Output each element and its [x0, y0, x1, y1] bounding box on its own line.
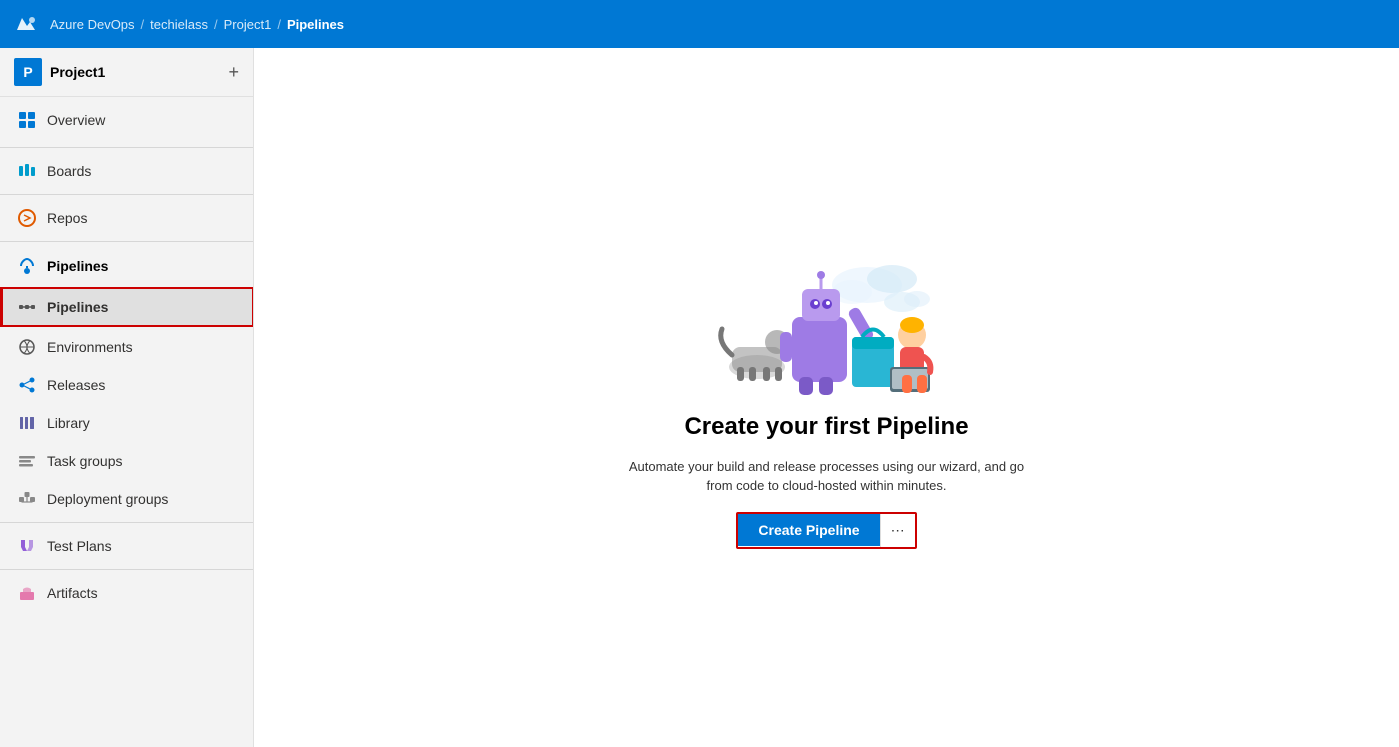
empty-title: Create your first Pipeline [684, 413, 968, 441]
task-groups-icon [17, 451, 37, 471]
azure-devops-logo-icon [12, 10, 40, 38]
test-plans-label: Test Plans [47, 538, 112, 554]
deployment-groups-label: Deployment groups [47, 491, 168, 507]
sidebar-item-repos[interactable]: Repos [0, 199, 253, 237]
releases-icon [17, 375, 37, 395]
project-header: P Project1 + [0, 48, 253, 97]
project-breadcrumb[interactable]: Project1 [224, 17, 272, 32]
sep3: / [277, 17, 281, 32]
org-label[interactable]: techielass [150, 17, 208, 32]
add-project-button[interactable]: + [228, 63, 239, 81]
pipelines-header-icon [17, 256, 37, 276]
test-plans-icon [17, 536, 37, 556]
project-name: Project1 [50, 64, 220, 80]
sidebar-item-pipelines-header[interactable]: Pipelines [0, 246, 253, 286]
sidebar-item-deployment-groups[interactable]: Deployment groups [0, 480, 253, 518]
library-icon [17, 413, 37, 433]
repos-icon [17, 208, 37, 228]
repos-label: Repos [47, 210, 87, 226]
overview-label: Overview [47, 112, 105, 128]
sidebar: P Project1 + Overview [0, 48, 254, 747]
more-options-button[interactable]: ⋯ [880, 514, 915, 547]
deployment-groups-icon [17, 489, 37, 509]
pipelines-section-label: Pipelines [47, 258, 108, 274]
topbar: Azure DevOps / techielass / Project1 / P… [0, 0, 1399, 48]
pipelines-icon [17, 297, 37, 317]
sidebar-item-pipelines[interactable]: Pipelines [0, 288, 253, 326]
sidebar-item-task-groups[interactable]: Task groups [0, 442, 253, 480]
library-label: Library [47, 415, 90, 431]
create-pipeline-action-row: Create Pipeline ⋯ [736, 512, 916, 549]
releases-label: Releases [47, 377, 105, 393]
environments-label: Environments [47, 339, 133, 355]
sep1: / [141, 17, 145, 32]
task-groups-label: Task groups [47, 453, 122, 469]
boards-icon [17, 161, 37, 181]
sidebar-item-boards[interactable]: Boards [0, 152, 253, 190]
sidebar-item-artifacts[interactable]: Artifacts [0, 574, 253, 612]
breadcrumb: Azure DevOps / techielass / Project1 / P… [50, 17, 344, 32]
sidebar-item-releases[interactable]: Releases [0, 366, 253, 404]
brand-label: Azure DevOps [50, 17, 135, 32]
sidebar-item-environments[interactable]: Environments [0, 328, 253, 366]
sep2: / [214, 17, 218, 32]
sidebar-item-library[interactable]: Library [0, 404, 253, 442]
empty-description: Automate your build and release processe… [617, 457, 1037, 496]
artifacts-label: Artifacts [47, 585, 98, 601]
artifacts-icon [17, 583, 37, 603]
sidebar-item-test-plans[interactable]: Test Plans [0, 527, 253, 565]
boards-label: Boards [47, 163, 91, 179]
main-content: Create your first Pipeline Automate your… [254, 48, 1399, 747]
more-options-icon: ⋯ [891, 522, 905, 538]
environments-icon [17, 337, 37, 357]
overview-icon [17, 110, 37, 130]
sidebar-item-overview[interactable]: Overview [0, 101, 253, 139]
project-avatar: P [14, 58, 42, 86]
empty-state: Create your first Pipeline Automate your… [617, 247, 1037, 549]
page-breadcrumb: Pipelines [287, 17, 344, 32]
create-pipeline-button[interactable]: Create Pipeline [738, 514, 879, 546]
pipeline-illustration [707, 247, 947, 397]
pipelines-sub-label: Pipelines [47, 299, 108, 315]
